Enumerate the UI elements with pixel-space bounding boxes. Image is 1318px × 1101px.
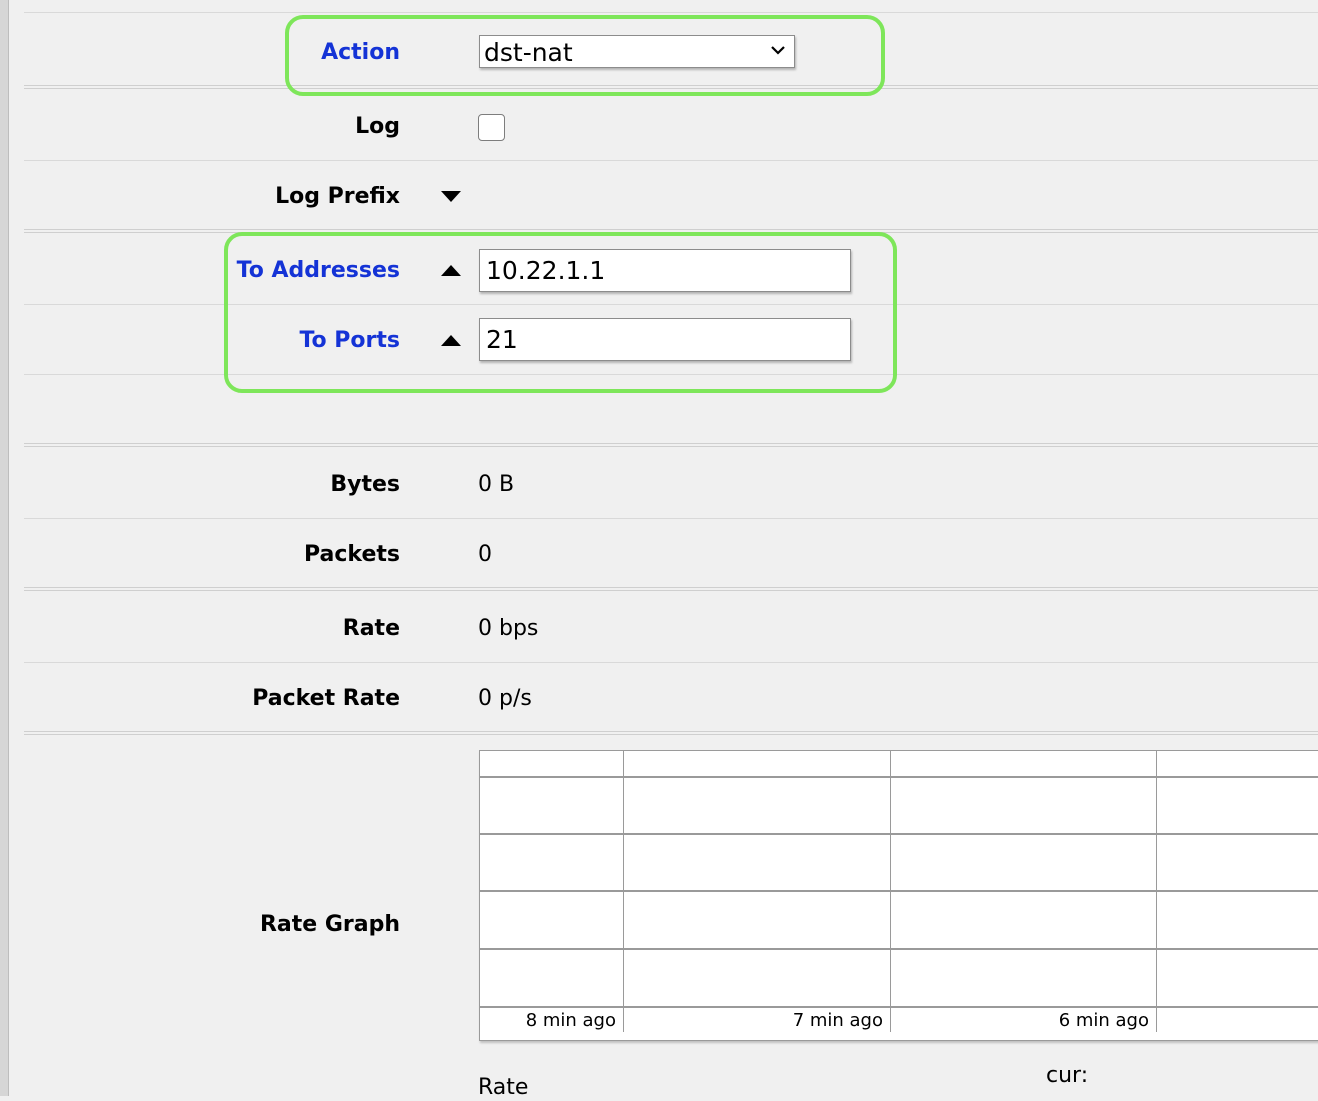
rate-value: 0 bps <box>478 616 539 641</box>
graph-legend-rate: Rate <box>478 1075 529 1100</box>
graph-gridline <box>480 948 1318 950</box>
graph-gridline <box>623 751 624 1032</box>
graph-gridline <box>1156 751 1157 1032</box>
graph-gridline <box>480 833 1318 835</box>
log-label: Log <box>355 114 400 139</box>
bytes-value: 0 B <box>478 472 515 497</box>
left-panel-edge <box>0 0 9 1096</box>
packet-rate-label: Packet Rate <box>252 686 400 711</box>
action-highlight-box <box>285 15 885 96</box>
graph-gridline <box>890 751 891 1032</box>
graph-gridline <box>480 776 1318 778</box>
divider <box>24 518 1318 519</box>
caret-down-icon[interactable] <box>441 191 461 202</box>
divider <box>24 12 1318 13</box>
divider <box>24 443 1318 447</box>
packets-label: Packets <box>304 542 400 567</box>
graph-time-label: 7 min ago <box>792 1010 883 1031</box>
divider <box>24 731 1318 735</box>
rate-graph-label: Rate Graph <box>259 912 400 937</box>
packet-rate-value: 0 p/s <box>478 686 532 711</box>
graph-time-label: 6 min ago <box>1058 1010 1149 1031</box>
divider <box>24 587 1318 591</box>
graph-gridline <box>480 1006 1318 1008</box>
rate-label: Rate <box>342 616 400 641</box>
graph-time-label: 8 min ago <box>525 1010 616 1031</box>
graph-cur-label: cur: <box>1046 1063 1089 1088</box>
log-checkbox[interactable] <box>478 114 505 141</box>
bytes-label: Bytes <box>330 472 400 497</box>
packets-value: 0 <box>478 542 492 567</box>
divider <box>24 160 1318 161</box>
divider <box>24 662 1318 663</box>
nat-target-highlight-box <box>224 232 897 393</box>
graph-gridline <box>480 890 1318 892</box>
log-prefix-label: Log Prefix <box>275 184 400 209</box>
rate-graph: 8 min ago 7 min ago 6 min ago <box>479 750 1318 1041</box>
